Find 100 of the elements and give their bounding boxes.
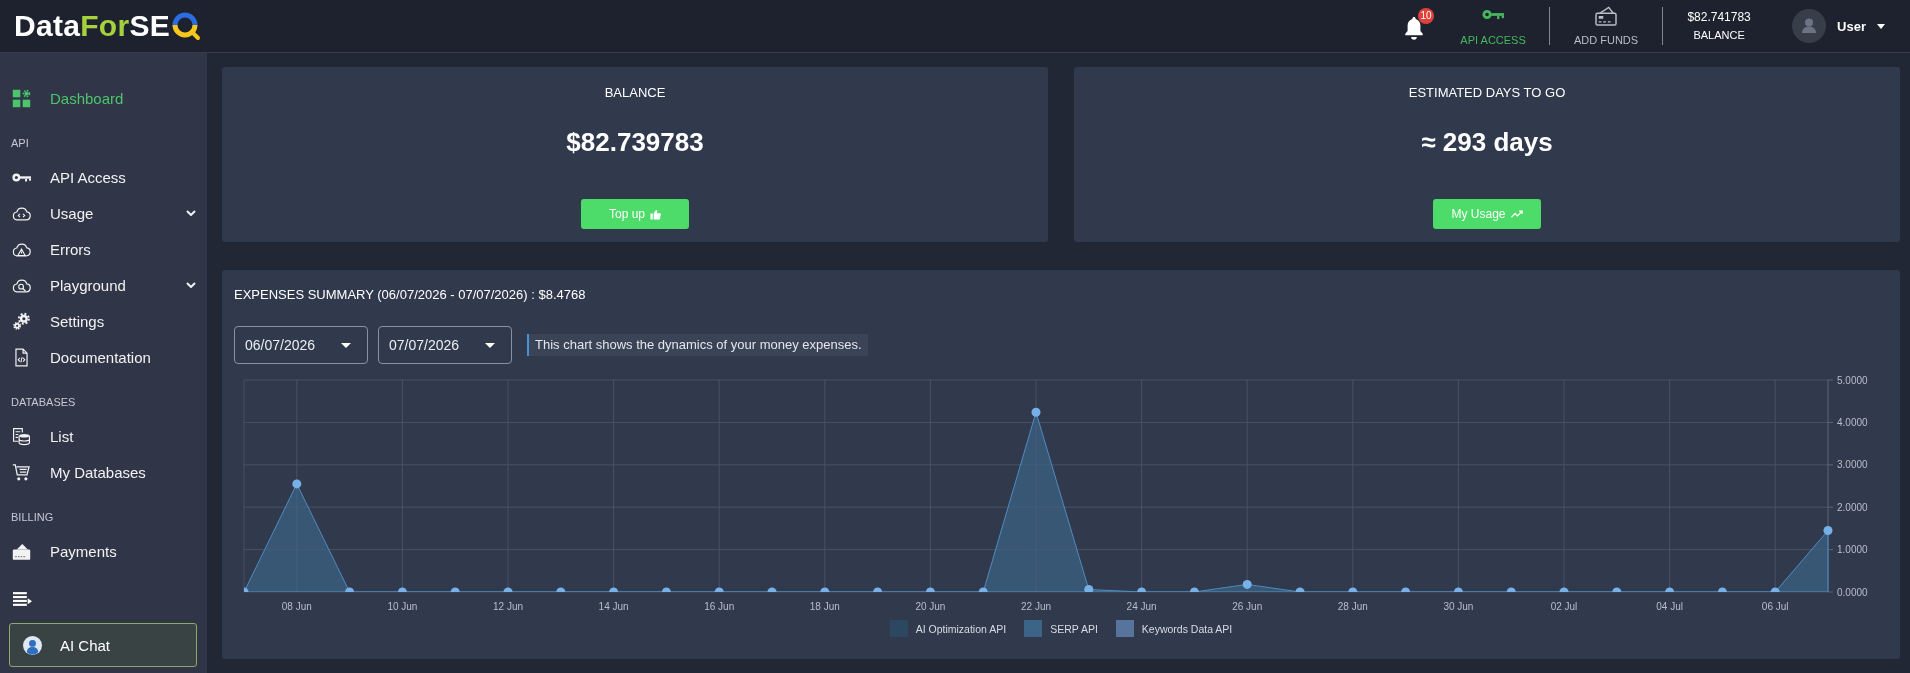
data-point xyxy=(1823,526,1833,535)
caret-icon xyxy=(485,342,495,348)
data-point xyxy=(1348,587,1358,592)
data-point xyxy=(450,587,460,592)
top-nav-link[interactable]: ADD FUNDS xyxy=(1556,5,1657,47)
database-list-icon xyxy=(12,426,31,446)
data-point xyxy=(1717,587,1727,592)
card-title: ESTIMATED DAYS TO GO xyxy=(1408,85,1566,100)
x-axis-label: 14 Jun xyxy=(598,601,629,612)
data-point xyxy=(1612,587,1622,592)
code-document-icon xyxy=(12,347,31,367)
card-value: ≈ 293 days xyxy=(1421,126,1553,158)
section-heading: BILLING xyxy=(10,510,55,525)
sidebar-item[interactable]: Settings xyxy=(0,303,207,339)
trend-line-icon xyxy=(1510,210,1523,218)
data-point xyxy=(503,587,513,592)
data-point xyxy=(978,587,988,592)
person-avatar-icon xyxy=(23,635,42,655)
menu-icon[interactable] xyxy=(13,592,32,606)
notification-count: 10 xyxy=(1418,8,1435,24)
x-axis-label: 08 Jun xyxy=(281,601,312,612)
y-axis-label: 4.0000 xyxy=(1837,416,1868,428)
legend-label[interactable]: AI Optimization API xyxy=(915,622,1007,635)
data-point xyxy=(714,587,724,592)
x-axis-label: 10 Jun xyxy=(387,601,418,612)
key-icon xyxy=(1482,7,1505,21)
caret-icon xyxy=(1877,23,1885,29)
date-select[interactable]: 06/07/2026 xyxy=(234,326,368,364)
x-axis-label: 12 Jun xyxy=(493,601,523,612)
x-axis-label: 26 Jun xyxy=(1232,601,1263,612)
logo-text[interactable]: DataForSE xyxy=(14,11,171,41)
data-point xyxy=(1665,587,1675,592)
balance-label: BALANCE xyxy=(1693,29,1745,42)
x-axis-label: 28 Jun xyxy=(1337,601,1368,612)
data-point xyxy=(661,587,671,592)
data-point xyxy=(1137,587,1147,592)
card-value: $82.739783 xyxy=(566,126,704,158)
section-heading: API xyxy=(10,136,30,151)
x-axis-label: 24 Jun xyxy=(1126,601,1157,612)
cart-icon xyxy=(12,462,31,482)
legend-label[interactable]: Keywords Data API xyxy=(1141,622,1233,635)
magnifier-icon xyxy=(171,11,202,41)
x-axis-label: 18 Jun xyxy=(809,601,840,612)
data-point xyxy=(609,587,619,592)
data-point xyxy=(873,587,883,592)
user-menu-button[interactable]: User xyxy=(1792,9,1885,43)
data-point xyxy=(767,587,777,592)
top-nav-link[interactable]: API ACCESS xyxy=(1443,5,1544,47)
data-point xyxy=(1506,587,1516,592)
data-point xyxy=(1084,585,1094,592)
y-axis-label: 5.0000 xyxy=(1837,374,1868,386)
dashboard-grid-icon xyxy=(12,88,31,108)
sidebar-item[interactable]: Payments xyxy=(0,533,207,569)
x-axis-label: 04 Jul xyxy=(1656,601,1683,612)
caret-icon xyxy=(341,342,351,348)
data-point xyxy=(1295,587,1305,592)
data-point xyxy=(556,587,566,592)
x-axis-label: 02 Jul xyxy=(1550,601,1578,612)
card-title: BALANCE xyxy=(604,85,666,100)
ai-chat-button[interactable]: AI Chat xyxy=(9,623,197,667)
data-point xyxy=(820,587,830,592)
y-axis-label: 3.0000 xyxy=(1837,459,1868,471)
sidebar-item[interactable]: Dashboard xyxy=(0,80,207,116)
sidebar-item[interactable]: Playground xyxy=(0,267,207,303)
data-point xyxy=(1453,587,1463,592)
chart-description: This chart shows the dynamics of your money expenses. xyxy=(527,334,868,356)
data-point xyxy=(397,587,407,592)
sidebar-item[interactable]: My Databases xyxy=(0,454,207,490)
sidebar-item[interactable]: Documentation xyxy=(0,339,207,375)
avatar-icon xyxy=(1792,9,1827,43)
thumbs-up-icon xyxy=(650,208,661,220)
legend-label[interactable]: SERP API xyxy=(1050,622,1098,635)
data-point xyxy=(1031,407,1041,417)
y-axis-label: 2.0000 xyxy=(1837,501,1868,513)
x-axis-label: 06 Jul xyxy=(1761,601,1789,612)
payment-card-icon xyxy=(12,541,31,561)
x-axis-label: 30 Jun xyxy=(1443,601,1474,612)
x-axis-label: 22 Jun xyxy=(1021,601,1051,612)
date-select[interactable]: 07/07/2026 xyxy=(378,326,512,364)
card-title: EXPENSES SUMMARY (06/07/2026 - 07/07/2026) : $8.4768 xyxy=(234,287,586,303)
balance-amount: $82.741783 xyxy=(1687,10,1751,24)
y-axis-label: 1.0000 xyxy=(1837,544,1868,556)
data-point xyxy=(244,587,249,592)
sidebar-item[interactable]: API Access xyxy=(0,159,207,195)
x-axis-label: 16 Jun xyxy=(704,601,735,612)
x-axis-label: 20 Jun xyxy=(915,601,946,612)
gears-icon xyxy=(12,311,31,331)
data-point xyxy=(1242,579,1252,589)
sidebar-item[interactable]: Usage xyxy=(0,195,207,231)
data-point xyxy=(925,587,935,592)
sidebar-item[interactable]: List xyxy=(0,418,207,454)
data-point xyxy=(345,587,355,592)
credit-card-icon xyxy=(1595,5,1618,26)
y-axis-label: 0.0000 xyxy=(1837,586,1868,598)
data-point xyxy=(292,479,302,489)
section-heading: DATABASES xyxy=(10,395,77,410)
sidebar-item[interactable]: Errors xyxy=(0,231,207,267)
data-point xyxy=(1189,587,1199,592)
data-point xyxy=(1401,587,1411,592)
data-point xyxy=(1559,587,1569,592)
